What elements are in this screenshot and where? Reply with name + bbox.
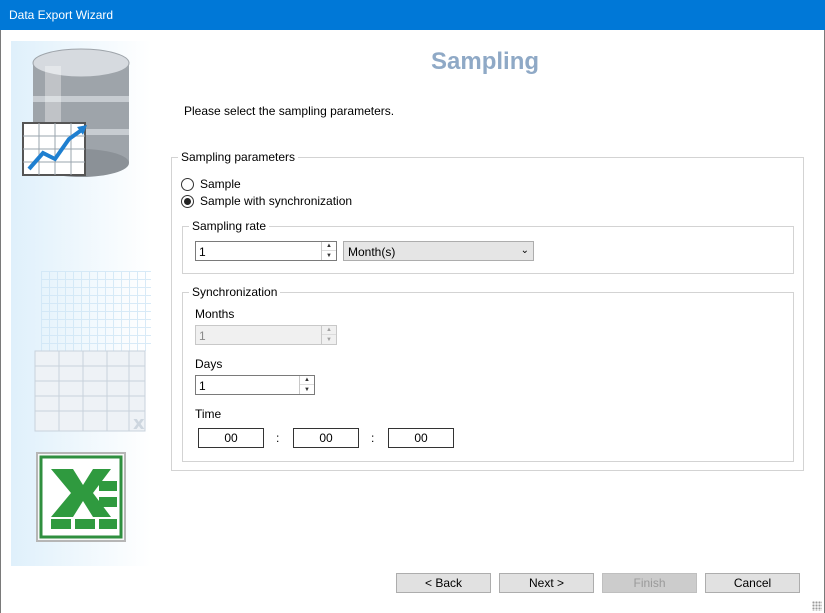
radio-sample-indicator[interactable]: [181, 177, 194, 191]
sampling-rate-value[interactable]: 1: [199, 245, 206, 259]
cancel-button[interactable]: Cancel: [705, 573, 800, 593]
decrement-icon[interactable]: ▼: [300, 385, 314, 394]
chart-icon: [22, 122, 87, 176]
days-stepper[interactable]: 1 ▲ ▼: [195, 375, 315, 395]
days-value[interactable]: 1: [199, 379, 206, 393]
increment-icon: ▲: [322, 326, 336, 335]
page-title: Sampling: [431, 48, 540, 75]
wizard-sidebar-image: x: [11, 41, 151, 566]
radio-sync-indicator[interactable]: [181, 194, 194, 208]
next-button[interactable]: Next >: [499, 573, 594, 593]
months-value: 1: [199, 329, 206, 343]
instruction-text: Please select the sampling parameters.: [184, 104, 395, 118]
months-label: Months: [195, 307, 235, 321]
sampling-parameters-group: Sampling parameters Sample Sample with s…: [171, 150, 804, 471]
radio-sync-label: Sample with synchronization: [200, 194, 353, 208]
increment-icon[interactable]: ▲: [322, 242, 336, 251]
decrement-icon: ▼: [326, 336, 332, 343]
time-seconds-field[interactable]: 00: [388, 428, 454, 448]
synchronization-group: Synchronization Months 1 ▲ ▼ Days 1 ▲ ▼ …: [182, 285, 794, 462]
window-title: Data Export Wizard: [9, 8, 114, 22]
time-separator: :: [276, 431, 280, 445]
sampling-rate-stepper[interactable]: 1 ▲ ▼: [195, 241, 337, 261]
sampling-rate-unit-value: Month(s): [348, 245, 396, 259]
decrement-icon[interactable]: ▼: [322, 251, 336, 260]
radio-sample[interactable]: Sample: [181, 177, 241, 191]
wizard-window: x Sampling Please select the sampling pa…: [0, 30, 825, 613]
sampling-rate-group: Sampling rate 1 ▲ ▼ Month(s) ⌄: [182, 219, 794, 274]
chevron-down-icon: ⌄: [520, 245, 529, 256]
sampling-rate-legend: Sampling rate: [189, 219, 270, 233]
time-minutes-field[interactable]: 00: [293, 428, 359, 448]
resize-grip-icon[interactable]: [812, 601, 822, 611]
sampling-rate-unit-select[interactable]: Month(s) ⌄: [343, 241, 534, 261]
svg-text:x: x: [133, 413, 145, 434]
time-separator: :: [371, 431, 375, 445]
time-hours-field[interactable]: 00: [198, 428, 264, 448]
spreadsheet-icon: x: [34, 350, 146, 434]
title-bar[interactable]: Data Export Wizard: [0, 0, 825, 30]
radio-sample-with-synchronization[interactable]: Sample with synchronization: [181, 194, 352, 208]
radio-sample-label: Sample: [200, 177, 241, 191]
finish-button: Finish: [602, 573, 697, 593]
increment-icon[interactable]: ▲: [300, 376, 314, 385]
days-label: Days: [195, 357, 223, 371]
sampling-parameters-legend: Sampling parameters: [178, 150, 299, 164]
back-button[interactable]: < Back: [396, 573, 491, 593]
months-stepper: 1 ▲ ▼: [195, 325, 337, 345]
excel-icon: [36, 452, 126, 542]
synchronization-legend: Synchronization: [189, 285, 281, 299]
time-label: Time: [195, 407, 222, 421]
